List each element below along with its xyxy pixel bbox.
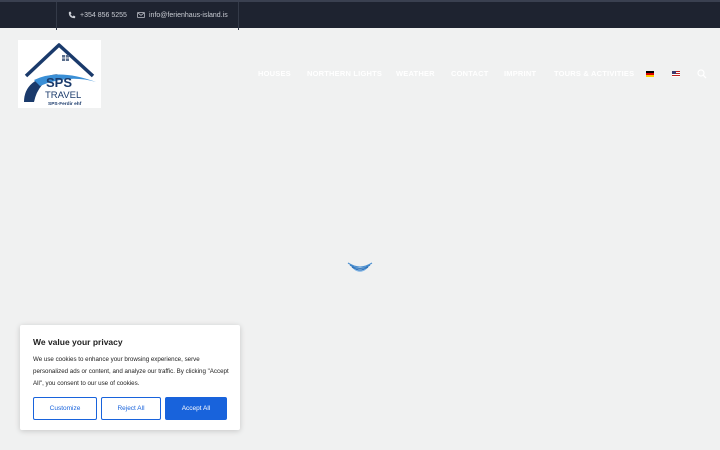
main-nav: HOUSES NORTHERN LIGHTS WEATHER CONTACT I…: [0, 69, 720, 79]
nav-item-houses[interactable]: HOUSES: [258, 69, 291, 78]
email-address[interactable]: info@ferienhaus-island.is: [149, 12, 228, 19]
search-icon[interactable]: [697, 69, 707, 79]
email-link[interactable]: info@ferienhaus-island.is: [137, 11, 228, 19]
cookie-title: We value your privacy: [33, 337, 123, 347]
phone-link[interactable]: +354 856 5255: [68, 11, 127, 19]
nav-item-imprint[interactable]: IMPRINT: [504, 69, 536, 78]
de-flag-icon[interactable]: [646, 71, 654, 77]
contact-strip: +354 856 5255 info@ferienhaus-island.is: [56, 2, 239, 30]
cookie-description: We use cookies to enhance your browsing …: [33, 356, 229, 387]
phone-number[interactable]: +354 856 5255: [80, 12, 127, 19]
loading-spinner-icon: [347, 262, 373, 272]
nav-item-tours-activities[interactable]: TOURS & ACTIVITIES: [554, 69, 634, 78]
top-bar: +354 856 5255 info@ferienhaus-island.is: [0, 0, 720, 30]
accept-all-button[interactable]: Accept All: [165, 397, 227, 420]
nav-item-weather[interactable]: WEATHER: [396, 69, 435, 78]
customize-button[interactable]: Customize: [33, 397, 97, 420]
logo-sub: TRAVEL: [45, 90, 81, 101]
nav-item-northern-lights[interactable]: NORTHERN LIGHTS: [307, 69, 382, 78]
us-flag-icon[interactable]: [672, 71, 680, 77]
envelope-icon: [137, 12, 145, 18]
cookie-consent-banner: We value your privacy We use cookies to …: [20, 325, 240, 430]
nav-item-contact[interactable]: CONTACT: [451, 69, 489, 78]
phone-icon: [68, 11, 76, 19]
logo-company: SPS-Ferdir ehf: [48, 101, 82, 107]
reject-all-button[interactable]: Reject All: [101, 397, 161, 420]
